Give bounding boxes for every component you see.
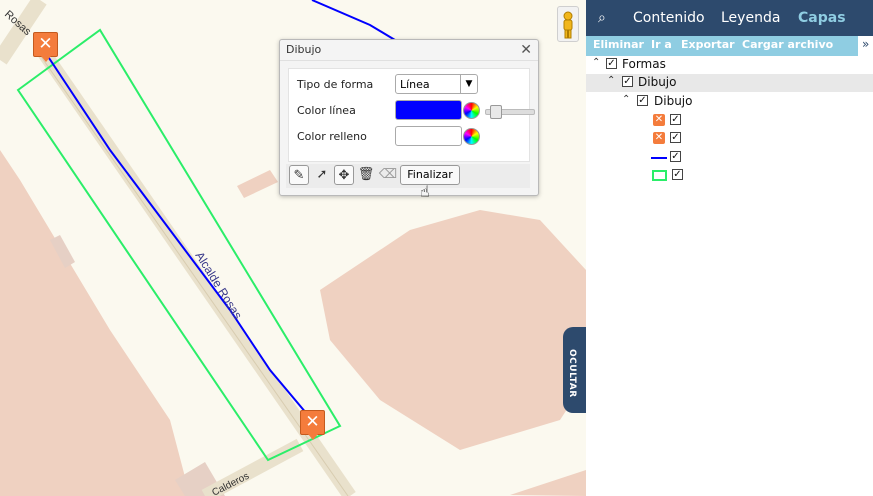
polygon-icon bbox=[652, 170, 667, 181]
checkbox[interactable]: ✓ bbox=[622, 76, 633, 87]
tab-leyenda[interactable]: Leyenda bbox=[721, 10, 780, 26]
tree-item-label: Formas bbox=[622, 57, 666, 71]
checkbox[interactable]: ✓ bbox=[637, 95, 648, 106]
drawing-toolbar: ✎ ➚ ✥ 🗑 ⌫ Finalizar bbox=[286, 164, 530, 188]
dialog-form: Tipo de forma Línea ▼ Color línea Color … bbox=[288, 68, 535, 162]
tab-contenido[interactable]: Contenido bbox=[633, 10, 705, 26]
checkbox[interactable]: ✓ bbox=[606, 58, 617, 69]
building bbox=[510, 470, 586, 496]
color-wheel-icon[interactable] bbox=[463, 102, 480, 119]
goto-button[interactable]: Ir a bbox=[651, 38, 672, 51]
fill-color-swatch[interactable] bbox=[395, 126, 462, 146]
sidebar-header: ⌕ Contenido Leyenda Capas bbox=[586, 0, 873, 36]
dialog-title: Dibujo bbox=[280, 40, 538, 61]
tree-item-dibujo-layer[interactable]: ⌃ ✓ Dibujo bbox=[586, 93, 873, 111]
color-wheel-icon[interactable] bbox=[463, 128, 480, 145]
layer-actions-bar: Eliminar Ir a Exportar Cargar archivo bbox=[586, 36, 858, 56]
legend-item-line[interactable]: ✓ bbox=[586, 149, 873, 167]
search-icon[interactable]: ⌕ bbox=[598, 10, 606, 26]
eraser-icon[interactable]: ⌫ bbox=[378, 165, 398, 185]
legend-item-polygon[interactable]: ✓ bbox=[586, 167, 873, 185]
move-icon[interactable]: ✥ bbox=[334, 165, 354, 185]
tree-item-label: Dibujo bbox=[654, 94, 693, 108]
hide-panel-button[interactable]: OCULTAR bbox=[563, 327, 586, 413]
checkbox[interactable]: ✓ bbox=[670, 132, 681, 143]
chevron-up-icon[interactable]: ⌃ bbox=[607, 75, 615, 86]
tree-item-label: Dibujo bbox=[638, 75, 677, 89]
building bbox=[237, 170, 278, 198]
drawn-line[interactable] bbox=[311, 0, 396, 41]
map-view[interactable]: Alcalde Rosas Rosas Calderos ✕ ✕ OCULTAR… bbox=[0, 0, 586, 496]
tree-item-dibujo-group[interactable]: ⌃ ✓ Dibujo bbox=[586, 74, 873, 92]
hand-cursor-icon: ☝ bbox=[420, 182, 430, 201]
close-icon[interactable]: ✕ bbox=[520, 42, 532, 58]
line-color-label: Color línea bbox=[297, 104, 356, 117]
marker-icon: ✕ bbox=[653, 114, 665, 126]
person-icon bbox=[563, 11, 573, 39]
line-icon bbox=[651, 157, 667, 159]
tab-capas[interactable]: Capas bbox=[798, 10, 846, 26]
shape-type-value: Línea bbox=[400, 78, 430, 91]
fill-color-label: Color relleno bbox=[297, 130, 367, 143]
chevron-up-icon[interactable]: ⌃ bbox=[592, 57, 600, 68]
marker-icon[interactable]: ✕ bbox=[300, 410, 325, 440]
trash-icon[interactable]: 🗑 bbox=[356, 165, 376, 185]
tree-item-formas[interactable]: ⌃ ✓ Formas bbox=[586, 56, 873, 74]
pointer-icon[interactable]: ➚ bbox=[312, 165, 332, 185]
opacity-slider[interactable] bbox=[485, 105, 535, 119]
building bbox=[320, 210, 586, 450]
shape-type-select[interactable]: Línea ▼ bbox=[395, 74, 478, 94]
legend-item-marker[interactable]: ✕ ✓ bbox=[586, 112, 873, 130]
marker-icon[interactable]: ✕ bbox=[33, 32, 58, 62]
chevron-down-icon[interactable]: ▼ bbox=[460, 75, 477, 93]
hide-panel-label: OCULTAR bbox=[567, 349, 577, 398]
chevron-up-icon[interactable]: ⌃ bbox=[622, 94, 630, 105]
delete-button[interactable]: Eliminar bbox=[593, 38, 644, 51]
more-actions-icon[interactable]: » bbox=[862, 37, 869, 51]
drawing-dialog: Dibujo ✕ Tipo de forma Línea ▼ Color lín… bbox=[279, 39, 539, 196]
checkbox[interactable]: ✓ bbox=[672, 169, 683, 180]
legend-item-marker[interactable]: ✕ ✓ bbox=[586, 130, 873, 148]
pencil-icon[interactable]: ✎ bbox=[289, 165, 309, 185]
marker-icon: ✕ bbox=[653, 132, 665, 144]
sidebar: ⌕ Contenido Leyenda Capas Eliminar Ir a … bbox=[586, 0, 873, 496]
upload-file-button[interactable]: Cargar archivo bbox=[742, 38, 833, 51]
checkbox[interactable]: ✓ bbox=[670, 114, 681, 125]
slider-thumb[interactable] bbox=[490, 105, 502, 119]
export-button[interactable]: Exportar bbox=[681, 38, 735, 51]
finalize-button[interactable]: Finalizar bbox=[400, 165, 460, 185]
line-color-swatch[interactable] bbox=[395, 100, 462, 120]
checkbox[interactable]: ✓ bbox=[670, 151, 681, 162]
street-view-pegman[interactable] bbox=[557, 6, 579, 42]
shape-type-label: Tipo de forma bbox=[297, 78, 374, 91]
building bbox=[0, 150, 190, 496]
